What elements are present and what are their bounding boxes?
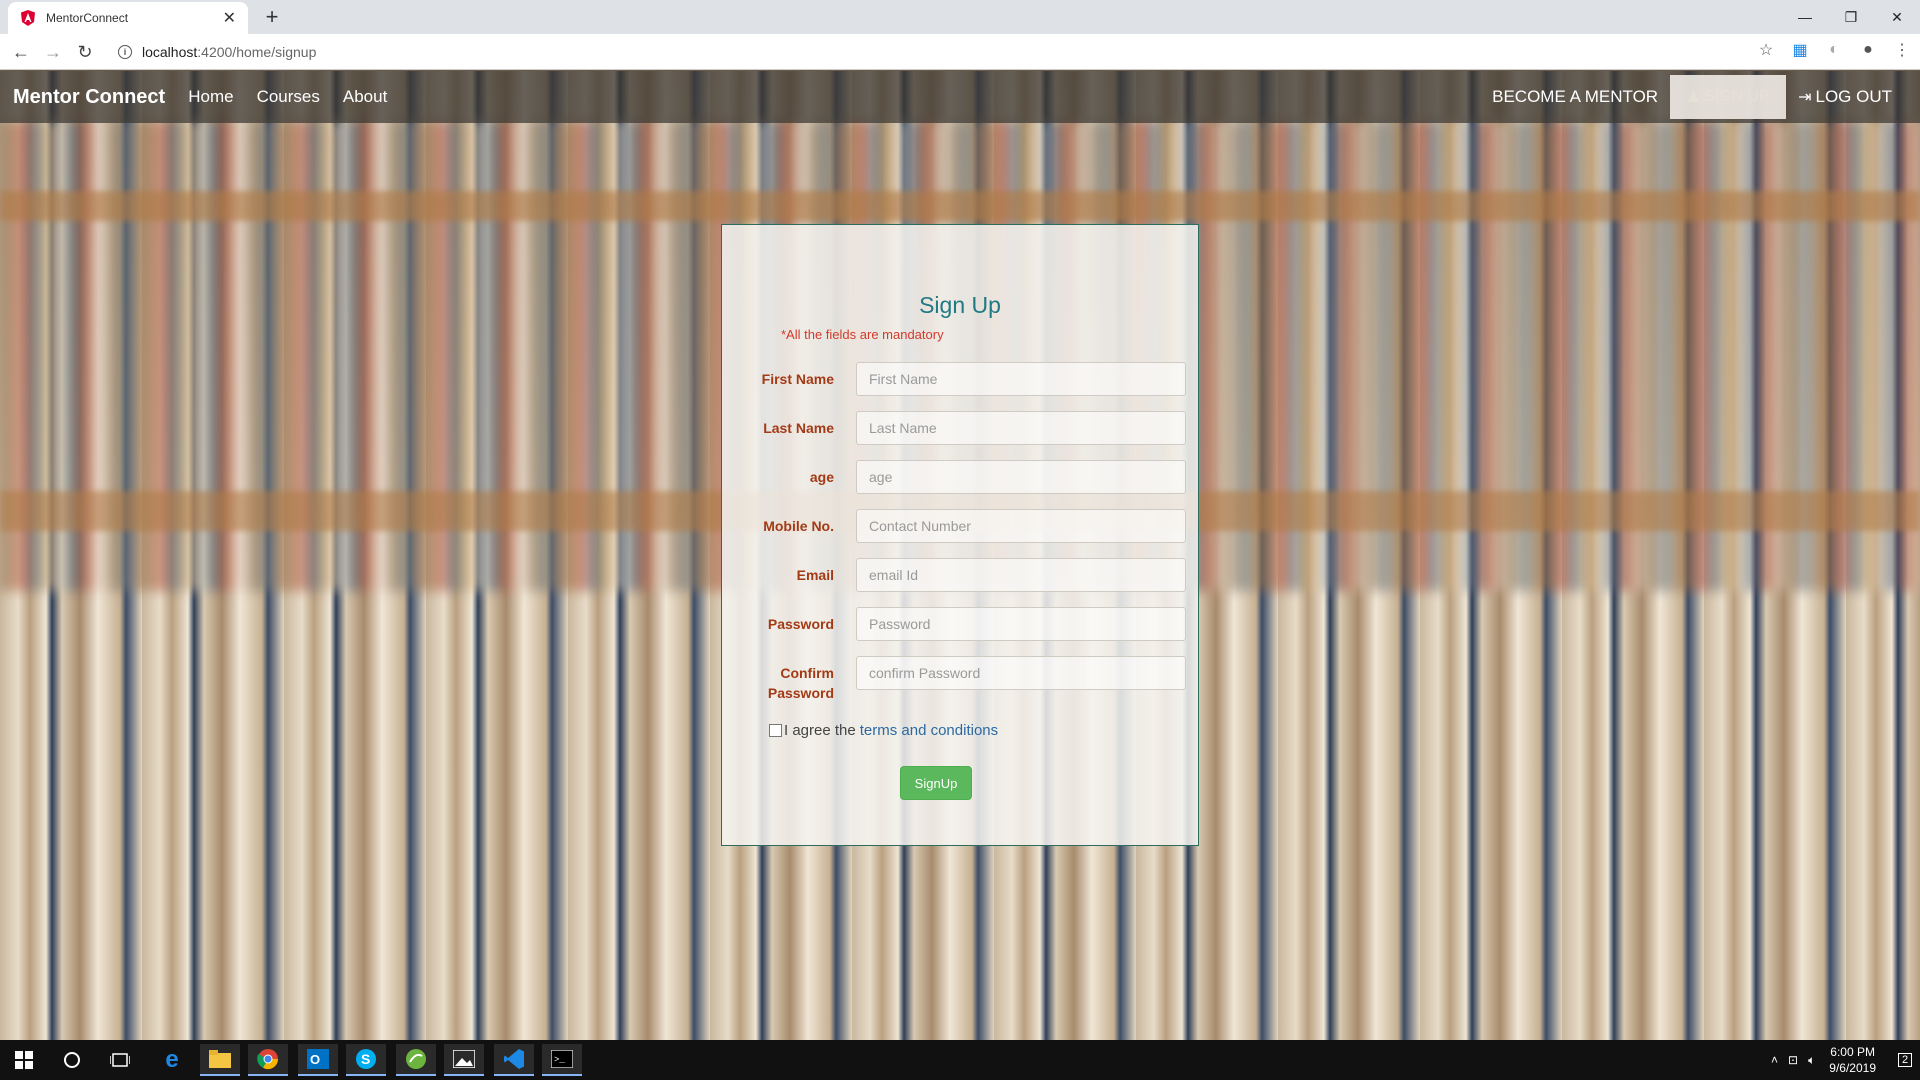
windows-start-icon[interactable] [4, 1044, 44, 1076]
edge-icon[interactable]: e [152, 1044, 192, 1076]
brand-link[interactable]: Mentor Connect [13, 86, 165, 109]
age-input[interactable] [856, 460, 1186, 494]
angular-icon [20, 10, 36, 26]
url-text: localhost:4200/home/signup [142, 44, 317, 60]
last-name-label: Last Name [763, 420, 834, 436]
chrome-icon[interactable] [248, 1044, 288, 1076]
task-view-icon[interactable] [100, 1044, 140, 1076]
terms-checkbox[interactable] [769, 724, 782, 737]
log-out-link[interactable]: ⇥ LOG OUT [1798, 87, 1892, 107]
terminal-icon[interactable]: >_ [542, 1044, 582, 1076]
restore-icon[interactable]: ❐ [1828, 0, 1874, 34]
mobile-input[interactable] [856, 509, 1186, 543]
field-row-confirm-password: Confirm Password [722, 656, 1198, 701]
menu-icon[interactable]: ⋮ [1892, 40, 1912, 60]
address-bar[interactable]: i localhost:4200/home/signup [108, 38, 1748, 66]
outlook-icon[interactable]: O [298, 1044, 338, 1076]
shelf-beam [0, 191, 1920, 221]
notification-count: 2 [1897, 1053, 1913, 1067]
file-explorer-icon[interactable] [200, 1044, 240, 1076]
chevron-up-icon[interactable]: ˄ [1771, 1053, 1778, 1067]
info-icon[interactable]: i [118, 45, 132, 59]
profile-icon[interactable]: ● [1858, 41, 1878, 59]
field-row-email: Email [722, 558, 1198, 592]
form-title: Sign Up [919, 292, 1001, 318]
toolbar-right-icons: ☆ ▦ ◐ ● ⋮ [1756, 40, 1912, 60]
signup-button[interactable]: SignUp [900, 766, 972, 800]
back-icon[interactable]: ← [10, 41, 32, 63]
signup-card: Sign Up *All the fields are mandatory Fi… [721, 224, 1199, 846]
first-name-input[interactable] [856, 362, 1186, 396]
log-out-label: LOG OUT [1815, 87, 1892, 106]
page-background: Mentor Connect Home Courses About BECOME… [0, 71, 1920, 1040]
confirm-label-line1: Confirm [780, 665, 834, 681]
terms-link[interactable]: terms and conditions [860, 722, 998, 739]
email-input[interactable] [856, 558, 1186, 592]
tab-title: MentorConnect [46, 11, 129, 25]
field-row-password: Password [722, 607, 1198, 641]
svg-text:>_: >_ [554, 1055, 565, 1065]
browser-toolbar: ← → ↻ i localhost:4200/home/signup ☆ ▦ ◐… [0, 34, 1920, 70]
first-name-label: First Name [761, 371, 834, 387]
clock-time: 6:00 PM [1830, 1045, 1875, 1059]
spring-tool-icon[interactable] [396, 1044, 436, 1076]
forward-icon[interactable]: → [42, 41, 64, 63]
field-row-first-name: First Name [722, 362, 1198, 396]
confirm-label-line2: Password [767, 685, 834, 701]
navbar: Mentor Connect Home Courses About BECOME… [0, 71, 1920, 123]
mobile-label: Mobile No. [763, 518, 834, 534]
browser-tab[interactable]: MentorConnect ✕ [8, 2, 248, 34]
extension-icon[interactable]: ◐ [1824, 41, 1844, 59]
log-in-icon: ⇥ [1798, 89, 1812, 106]
photos-icon[interactable] [444, 1044, 484, 1076]
svg-text:O: O [310, 1052, 320, 1067]
field-row-age: age [722, 460, 1198, 494]
email-label: Email [796, 567, 834, 583]
vscode-icon[interactable] [494, 1044, 534, 1076]
taskbar: e O S >_ ˄ ⊡ 🔈︎ 6:00 PM 9/6/2019 2 [0, 1040, 1920, 1080]
agree-text: I agree the [784, 722, 856, 739]
clock[interactable]: 6:00 PM 9/6/2019 [1829, 1044, 1876, 1076]
svg-text:S: S [361, 1051, 370, 1067]
nav-courses[interactable]: Courses [257, 87, 320, 107]
password-label: Password [767, 616, 834, 632]
network-icon[interactable]: ⊡ [1788, 1053, 1798, 1067]
password-input[interactable] [856, 607, 1186, 641]
notification-center-icon[interactable]: 2 [1890, 1040, 1920, 1080]
mandatory-note: *All the fields are mandatory [781, 327, 944, 342]
skype-icon[interactable]: S [346, 1044, 386, 1076]
nav-about[interactable]: About [343, 87, 387, 107]
close-window-icon[interactable]: ✕ [1874, 0, 1920, 34]
user-icon: ♟ [1686, 89, 1701, 106]
field-row-last-name: Last Name [722, 411, 1198, 445]
become-mentor-link[interactable]: BECOME A MENTOR [1492, 87, 1658, 107]
last-name-input[interactable] [856, 411, 1186, 445]
new-tab-button[interactable]: + [258, 4, 286, 30]
confirm-password-input[interactable] [856, 656, 1186, 690]
reload-icon[interactable]: ↻ [74, 41, 96, 63]
clock-date: 9/6/2019 [1829, 1061, 1876, 1075]
search-circle-icon[interactable] [52, 1044, 92, 1076]
navbar-right: BECOME A MENTOR ♟ SIGN UP ⇥ LOG OUT [1492, 71, 1920, 123]
bookmark-star-icon[interactable]: ☆ [1756, 40, 1776, 60]
volume-icon[interactable]: 🔈︎ [1808, 1053, 1815, 1068]
window-controls: ― ❐ ✕ [1782, 0, 1920, 34]
nav-home[interactable]: Home [188, 87, 233, 107]
terms-agreement: I agree the terms and conditions [769, 722, 998, 739]
field-row-mobile: Mobile No. [722, 509, 1198, 543]
tab-close-icon[interactable]: ✕ [223, 8, 236, 28]
sign-up-nav-button[interactable]: ♟ SIGN UP [1670, 75, 1787, 119]
system-tray: ˄ ⊡ 🔈︎ 6:00 PM 9/6/2019 2 [1771, 1040, 1920, 1080]
age-label: age [809, 469, 834, 485]
browser-tabstrip: MentorConnect ✕ + ― ❐ ✕ [0, 0, 1920, 34]
confirm-password-label: Confirm Password [768, 663, 834, 703]
sign-up-label: SIGN UP [1703, 88, 1770, 105]
minimize-icon[interactable]: ― [1782, 0, 1828, 34]
windows-extension-icon[interactable]: ▦ [1790, 40, 1810, 60]
